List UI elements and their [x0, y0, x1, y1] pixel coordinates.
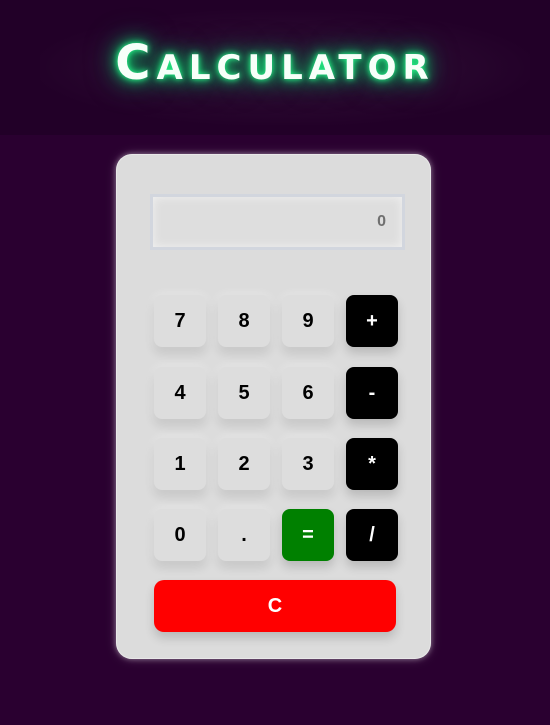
digit-6-button[interactable]: 6 — [282, 367, 334, 419]
digit-1-button[interactable]: 1 — [154, 438, 206, 490]
digit-9-button[interactable]: 9 — [282, 295, 334, 347]
subtract-button[interactable]: - — [346, 367, 398, 419]
digit-4-button[interactable]: 4 — [154, 367, 206, 419]
header: Calculator — [0, 0, 550, 135]
add-button[interactable]: + — [346, 295, 398, 347]
digit-0-button[interactable]: 0 — [154, 509, 206, 561]
calculator-card: 0 7 8 9 + 4 5 6 - 1 2 3 * 0 . = / C — [116, 154, 431, 659]
decimal-button[interactable]: . — [218, 509, 270, 561]
digit-8-button[interactable]: 8 — [218, 295, 270, 347]
calculator-display: 0 — [150, 194, 405, 250]
page-title: Calculator — [115, 35, 435, 91]
digit-2-button[interactable]: 2 — [218, 438, 270, 490]
divide-button[interactable]: / — [346, 509, 398, 561]
digit-3-button[interactable]: 3 — [282, 438, 334, 490]
multiply-button[interactable]: * — [346, 438, 398, 490]
clear-button[interactable]: C — [154, 580, 396, 632]
equals-button[interactable]: = — [282, 509, 334, 561]
digit-5-button[interactable]: 5 — [218, 367, 270, 419]
digit-7-button[interactable]: 7 — [154, 295, 206, 347]
